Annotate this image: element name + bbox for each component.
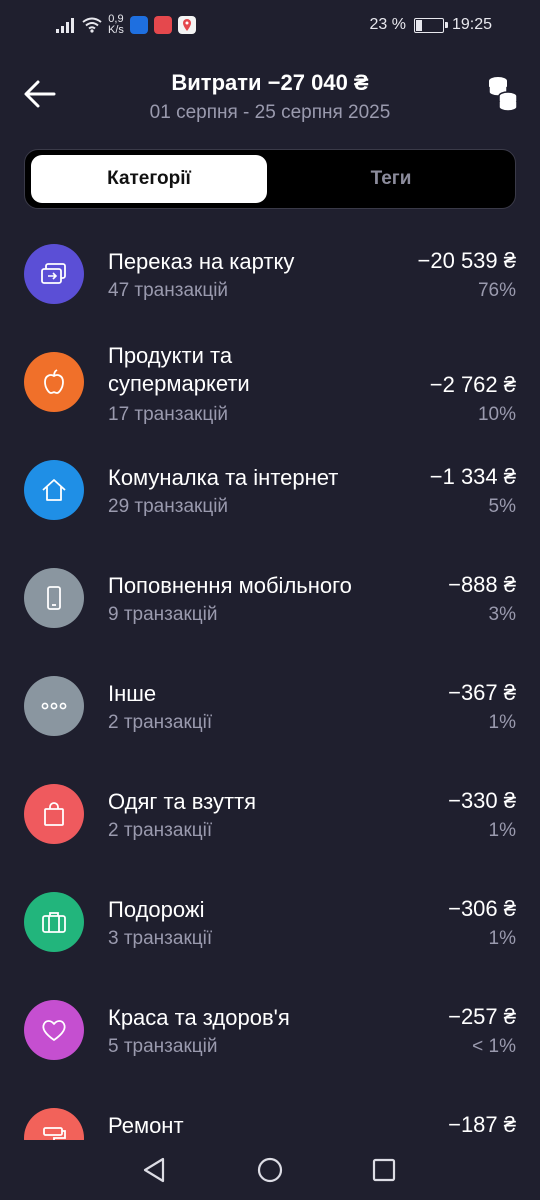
- suitcase-icon: [24, 892, 84, 952]
- category-percent: 1%: [488, 928, 516, 949]
- page-title: Витрати −27 040 ₴: [171, 70, 369, 95]
- status-bar: 0,9 K/s 23 % 19:25: [0, 0, 540, 52]
- category-percent: 10%: [477, 404, 516, 425]
- category-percent: 76%: [477, 280, 516, 301]
- category-name: Переказ на картку: [108, 249, 295, 274]
- category-name: Поповнення мобільного: [108, 573, 352, 598]
- more-dots-icon: [24, 676, 84, 736]
- category-amount: −330 ₴: [448, 788, 516, 813]
- list-item[interactable]: Одяг та взуття 2 транзакції −330 ₴ 1%: [0, 774, 540, 882]
- category-amount: −306 ₴: [448, 896, 516, 921]
- category-percent: 5%: [488, 496, 516, 517]
- nav-back-button[interactable]: [134, 1152, 174, 1188]
- category-amount: −20 539 ₴: [417, 248, 516, 273]
- battery-icon: [413, 17, 448, 33]
- tab-categories[interactable]: Категорії: [31, 155, 267, 203]
- list-item[interactable]: Поповнення мобільного 9 транзакцій −888 …: [0, 558, 540, 666]
- shopping-bag-icon: [24, 784, 84, 844]
- system-nav-bar: [0, 1140, 540, 1200]
- category-percent: < 1%: [472, 1036, 516, 1057]
- category-name: Подорожі: [108, 897, 205, 922]
- paint-roller-icon: [24, 1108, 84, 1140]
- transaction-count: 47 транзакцій: [108, 280, 229, 301]
- category-amount: −367 ₴: [448, 680, 516, 705]
- list-item[interactable]: Подорожі 3 транзакції −306 ₴ 1%: [0, 882, 540, 990]
- category-amount: −1 334 ₴: [429, 464, 516, 489]
- category-name: Ремонт: [108, 1113, 184, 1138]
- transaction-count: 9 транзакцій: [108, 604, 218, 625]
- transaction-count: 29 транзакцій: [108, 496, 229, 517]
- coins-button[interactable]: [486, 74, 520, 114]
- category-list: Переказ на картку 47 транзакцій −20 539 …: [0, 216, 540, 1140]
- network-speed-unit: K/s: [108, 24, 124, 36]
- clock: 19:25: [451, 16, 492, 33]
- category-name: Одяг та взуття: [108, 789, 257, 814]
- list-item[interactable]: Краса та здоров'я 5 транзакцій −257 ₴ < …: [0, 990, 540, 1098]
- category-amount: −888 ₴: [448, 572, 516, 597]
- transaction-count: 17 транзакцій: [108, 404, 229, 425]
- transaction-count: 2 транзакції: [108, 712, 213, 733]
- network-speed: 0,9 K/s: [108, 14, 124, 36]
- battery-percent: 23 %: [369, 16, 406, 33]
- nav-home-button[interactable]: [250, 1152, 290, 1188]
- list-item[interactable]: Інше 2 транзакції −367 ₴ 1%: [0, 666, 540, 774]
- category-amount: −187 ₴: [448, 1112, 516, 1137]
- category-percent: 3%: [488, 604, 516, 625]
- status-left: 0,9 K/s: [56, 14, 196, 36]
- date-range[interactable]: 01 серпня - 25 серпня 2025: [0, 102, 540, 124]
- category-name: Продукти та супермаркети: [108, 343, 250, 396]
- category-name: Краса та здоров'я: [108, 1005, 290, 1030]
- card-transfer-icon: [24, 244, 84, 304]
- category-amount: −257 ₴: [448, 1004, 516, 1029]
- tab-tags[interactable]: Теги: [273, 155, 509, 203]
- view-switcher: Категорії Теги: [24, 149, 516, 209]
- status-right: 23 % 19:25: [369, 16, 492, 34]
- bulb-app-icon: [129, 16, 148, 34]
- header: Витрати −27 040 ₴ 01 серпня - 25 серпня …: [0, 60, 540, 140]
- category-name: Комуналка та інтернет: [108, 465, 339, 490]
- list-item[interactable]: Ремонт −187 ₴: [0, 1098, 540, 1140]
- transaction-count: 5 транзакцій: [108, 1036, 218, 1057]
- list-item[interactable]: Комуналка та інтернет 29 транзакцій −1 3…: [0, 450, 540, 558]
- list-item[interactable]: Продукти та супермаркети 17 транзакцій −…: [0, 324, 540, 450]
- square-recents-icon: [372, 1158, 396, 1182]
- maps-app-icon: [177, 16, 196, 34]
- phone-icon: [24, 568, 84, 628]
- apple-icon: [24, 352, 84, 412]
- category-amount: −2 762 ₴: [429, 372, 516, 397]
- list-item[interactable]: Переказ на картку 47 транзакцій −20 539 …: [0, 216, 540, 324]
- heart-icon: [24, 1000, 84, 1060]
- nav-recents-button[interactable]: [364, 1152, 404, 1188]
- category-percent: 1%: [488, 820, 516, 841]
- circle-home-icon: [257, 1157, 283, 1183]
- triangle-back-icon: [143, 1157, 165, 1183]
- category-name: Інше: [108, 681, 157, 706]
- red-app-icon: [153, 16, 172, 34]
- coins-stack-icon: [488, 77, 518, 112]
- transaction-count: 3 транзакції: [108, 928, 213, 949]
- transaction-count: 2 транзакції: [108, 820, 213, 841]
- signal-icon: [56, 18, 74, 33]
- house-icon: [24, 460, 84, 520]
- wifi-icon: [82, 17, 102, 33]
- category-percent: 1%: [488, 712, 516, 733]
